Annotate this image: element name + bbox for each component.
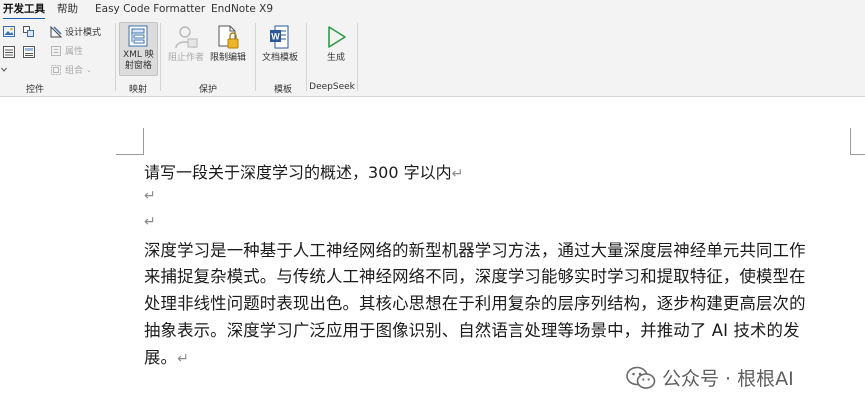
- picture-control-icon[interactable]: [3, 26, 15, 37]
- body-line: 处理非线性问题时表现出色。其核心思想在于利用复杂的层序列结构，逐步构建更高层次的: [144, 294, 806, 313]
- body-line: 抽象表示。深度学习广泛应用于图像识别、自然语言处理等场景中，并推动了 AI 技术…: [144, 321, 800, 340]
- paragraph-mark: ↵: [177, 351, 189, 367]
- design-mode-button[interactable]: 设计模式: [50, 25, 101, 38]
- block-authors-label: 阻止作者: [168, 53, 205, 63]
- group-divider: [115, 23, 116, 91]
- block-authors-icon: [175, 26, 198, 49]
- group-divider: [160, 23, 161, 91]
- paragraph-mark: ↵: [144, 214, 156, 230]
- play-icon: [328, 26, 346, 48]
- group-divider: [357, 23, 358, 91]
- restrict-editing-icon: [218, 25, 239, 49]
- building-block-icon[interactable]: [23, 26, 34, 37]
- watermark-text: 公众号 · 根根AI: [662, 368, 794, 390]
- group-divider: [306, 23, 307, 91]
- mapping-group-label: 映射: [128, 85, 147, 95]
- body-line: 展。↵: [144, 344, 189, 368]
- protect-group-label: 保护: [198, 85, 217, 95]
- block-authors-button[interactable]: 阻止作者: [168, 23, 204, 64]
- xml-mapping-label-1: XML 映: [123, 50, 154, 60]
- body-line: 深度学习是一种基于人工神经网络的新型机器学习方法，通过大量深度层神经单元共同工作: [144, 241, 806, 260]
- word-template-icon: W: [270, 25, 289, 49]
- tab-developer[interactable]: 开发工具: [3, 2, 45, 20]
- xml-mapping-icon: [128, 25, 148, 47]
- generate-label: 生成: [326, 53, 345, 63]
- properties-label: 属性: [65, 47, 84, 57]
- properties-button[interactable]: 属性: [50, 44, 83, 57]
- xml-mapping-label-2: 射窗格: [124, 61, 152, 71]
- watermark: 公众号 · 根根AI: [626, 364, 794, 391]
- properties-icon: [51, 45, 61, 56]
- document-template-button[interactable]: W 文档模板: [262, 23, 298, 64]
- legacy-tools-icon[interactable]: [3, 46, 15, 58]
- restrict-editing-label: 限制编辑: [210, 53, 247, 63]
- margin-corner-mark: [143, 128, 144, 155]
- chevron-down-icon[interactable]: [1, 67, 7, 72]
- group-label: 组合: [65, 66, 84, 76]
- xml-mapping-pane-button[interactable]: XML 映 射窗格: [119, 22, 158, 76]
- svg-text:W: W: [271, 32, 280, 42]
- combo-box-icon[interactable]: [23, 46, 35, 58]
- template-group-label: 模板: [273, 85, 292, 95]
- body-line: 来捕捉复杂模式。与传统人工神经网络不同，深度学习能够实时学习和提取特征，使模型在: [144, 267, 806, 286]
- chevron-down-icon: ⌄: [86, 65, 92, 74]
- ribbon-tab-bar: 开发工具 帮助 Easy Code Formatter EndNote X9: [0, 0, 865, 20]
- empty-paragraph[interactable]: ↵: [144, 185, 156, 204]
- margin-corner-mark: [850, 154, 865, 155]
- prompt-paragraph[interactable]: 请写一段关于深度学习的概述，300 字以内↵: [144, 159, 463, 183]
- body-line-end: 展。: [144, 348, 178, 367]
- group-divider: [255, 23, 256, 91]
- empty-paragraph[interactable]: ↵: [144, 211, 156, 230]
- paragraph-mark: ↵: [451, 166, 464, 182]
- ribbon: 设计模式 属性 组合 ⌄ 控件 XML 映 射窗格 映射 阻止作者 限制编辑 保…: [0, 19, 865, 97]
- group-icon: [51, 64, 61, 75]
- deepseek-group-label: DeepSeek: [309, 82, 355, 92]
- design-mode-icon: [50, 25, 62, 37]
- margin-corner-mark: [116, 154, 144, 155]
- tab-endnote[interactable]: EndNote X9: [211, 2, 273, 17]
- design-mode-label: 设计模式: [65, 28, 102, 38]
- generate-button[interactable]: 生成: [322, 23, 350, 64]
- tab-easy-code-formatter[interactable]: Easy Code Formatter: [95, 2, 205, 17]
- tab-help[interactable]: 帮助: [57, 2, 78, 17]
- restrict-editing-button[interactable]: 限制编辑: [210, 23, 246, 64]
- paragraph-mark: ↵: [144, 188, 156, 204]
- wechat-icon: [626, 366, 656, 389]
- margin-corner-mark: [850, 128, 851, 155]
- group-button[interactable]: 组合 ⌄: [50, 63, 92, 76]
- document-template-label: 文档模板: [262, 53, 299, 63]
- prompt-text: 请写一段关于深度学习的概述，300 字以内: [144, 163, 452, 182]
- controls-group-label: 控件: [25, 85, 44, 95]
